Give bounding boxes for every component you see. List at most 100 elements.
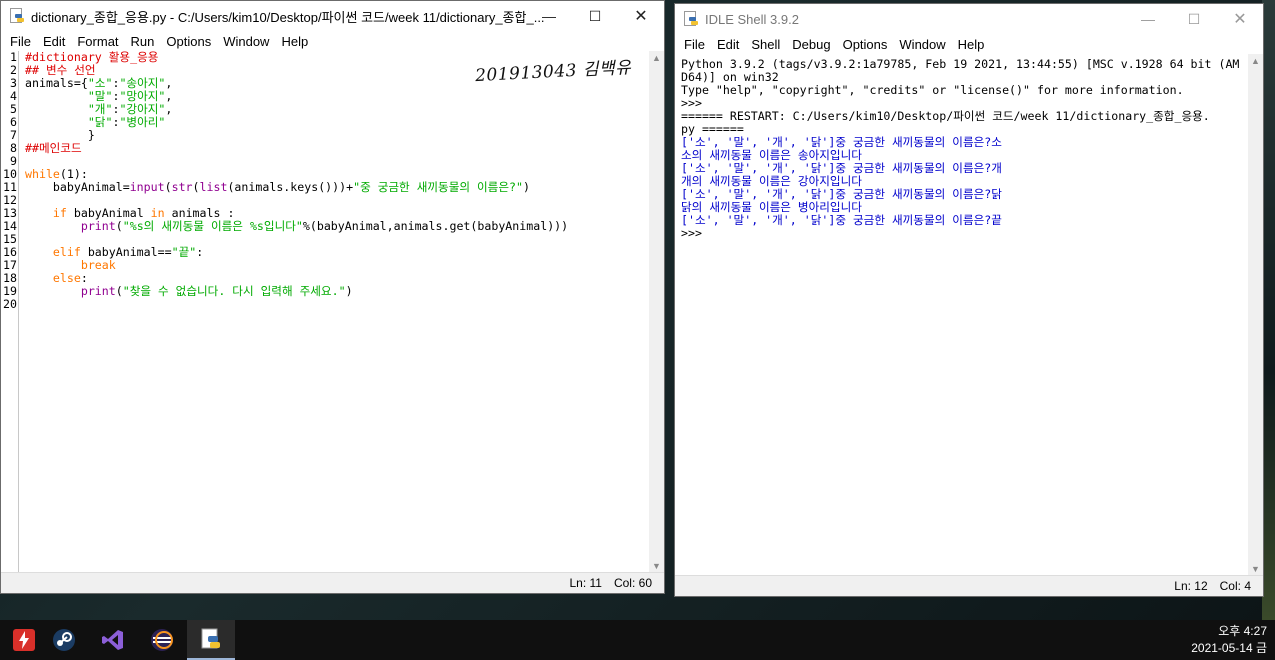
code-token: if bbox=[52, 206, 67, 220]
code-token: ['소', '말', '개', '닭']중 궁금한 새끼동물의 이름은?개 bbox=[681, 161, 1002, 175]
scroll-up-icon[interactable]: ▲ bbox=[649, 51, 664, 65]
editor-menu-format[interactable]: Format bbox=[71, 34, 124, 49]
editor-titlebar[interactable]: dictionary_종합_응용.py - C:/Users/kim10/Des… bbox=[1, 1, 664, 31]
code-token: , bbox=[165, 89, 173, 103]
code-token: py ====== bbox=[681, 122, 744, 136]
shell-menu-debug[interactable]: Debug bbox=[786, 37, 836, 52]
editor-scrollbar[interactable]: ▲ ▼ bbox=[649, 51, 664, 573]
shell-menu-options[interactable]: Options bbox=[837, 37, 894, 52]
code-token: D64)] on win32 bbox=[681, 70, 779, 84]
maximize-button[interactable]: ☐ bbox=[1171, 4, 1217, 34]
editor-menu-run[interactable]: Run bbox=[125, 34, 161, 49]
shell-line: >>> bbox=[681, 227, 1239, 240]
python-shell-icon bbox=[683, 11, 699, 27]
code-line: } bbox=[25, 129, 568, 142]
python-file-icon bbox=[9, 8, 25, 24]
shell-scrollbar[interactable]: ▲ ▼ bbox=[1248, 54, 1263, 576]
code-token: babyAnimal== bbox=[80, 245, 172, 259]
code-token: print bbox=[80, 219, 116, 233]
shell-menu-help[interactable]: Help bbox=[952, 37, 991, 52]
code-token: "닭" bbox=[87, 115, 113, 129]
minimize-button[interactable]: — bbox=[526, 1, 572, 31]
steam-icon[interactable] bbox=[40, 620, 88, 660]
code-token: ( bbox=[164, 180, 172, 194]
editor-menu-file[interactable]: File bbox=[4, 34, 37, 49]
shell-menu-file[interactable]: File bbox=[678, 37, 711, 52]
code-token: "강아지" bbox=[119, 102, 166, 116]
shell-statusbar: Ln: 12 Col: 4 bbox=[675, 575, 1263, 596]
code-token: print bbox=[80, 284, 116, 298]
code-token: "말" bbox=[87, 89, 113, 103]
editor-menu-window[interactable]: Window bbox=[217, 34, 275, 49]
code-token: "송아지" bbox=[119, 76, 166, 90]
code-token: ( bbox=[115, 219, 123, 233]
code-token: animals : bbox=[164, 206, 235, 220]
shell-line: ====== RESTART: C:/Users/kim10/Desktop/파… bbox=[681, 110, 1239, 123]
column-indicator: Col: 4 bbox=[1219, 579, 1251, 593]
editor-title: dictionary_종합_응용.py - C:/Users/kim10/Des… bbox=[31, 9, 545, 25]
code-token: (animals.keys()))+ bbox=[227, 180, 354, 194]
code-token: ( bbox=[115, 284, 123, 298]
editor-menu-help[interactable]: Help bbox=[275, 34, 314, 49]
code-token: while bbox=[25, 167, 60, 181]
code-token: "개" bbox=[87, 102, 113, 116]
shell-menu-window[interactable]: Window bbox=[893, 37, 951, 52]
code-token: : bbox=[80, 271, 88, 285]
code-token: break bbox=[80, 258, 116, 272]
code-line: break bbox=[25, 259, 568, 272]
system-clock[interactable]: 오후 4:27 2021-05-14 금 bbox=[1191, 623, 1267, 657]
editor-menubar: File Edit Format Run Options Window Help bbox=[1, 31, 664, 51]
scroll-down-icon[interactable]: ▼ bbox=[649, 559, 664, 573]
eclipse-icon[interactable] bbox=[138, 620, 186, 660]
editor-menu-options[interactable]: Options bbox=[160, 34, 217, 49]
editor-menu-edit[interactable]: Edit bbox=[37, 34, 71, 49]
code-editor[interactable]: #dictionary 활용_응용 ## 변수 선언 animals={"소": "송… bbox=[25, 51, 568, 311]
close-button[interactable]: ✕ bbox=[1217, 4, 1263, 34]
maximize-button[interactable]: ☐ bbox=[572, 1, 618, 31]
python-idle-icon[interactable] bbox=[187, 620, 235, 660]
visual-studio-icon[interactable] bbox=[89, 620, 137, 660]
code-token: in bbox=[150, 206, 165, 220]
close-button[interactable]: ✕ bbox=[618, 1, 664, 31]
code-token: "중 궁금한 새끼동물의 이름은?" bbox=[353, 180, 523, 194]
shell-menu-shell[interactable]: Shell bbox=[745, 37, 786, 52]
editor-statusbar: Ln: 11 Col: 60 bbox=[1, 572, 664, 593]
code-token: ['소', '말', '개', '닭']중 궁금한 새끼동물의 이름은?닭 bbox=[681, 187, 1002, 201]
clock-time: 오후 4:27 bbox=[1218, 624, 1267, 638]
line-indicator: Ln: 12 bbox=[1174, 579, 1208, 593]
code-token: } bbox=[25, 128, 95, 142]
code-token: 개의 새끼동물 이름은 강아지입니다 bbox=[681, 174, 862, 188]
code-token: >>> bbox=[681, 226, 709, 240]
code-token: 닭의 새끼동물 이름은 병아리입니다 bbox=[681, 200, 862, 214]
code-token: babyAnimal= bbox=[25, 180, 130, 194]
minimize-button[interactable]: — bbox=[1125, 4, 1171, 34]
shell-line: Type "help", "copyright", "credits" or "… bbox=[681, 84, 1239, 97]
code-token: "끝" bbox=[171, 245, 197, 259]
clock-date: 2021-05-14 금 bbox=[1191, 641, 1267, 655]
code-token: animals={ bbox=[25, 76, 88, 90]
shell-output[interactable]: Python 3.9.2 (tags/v3.9.2:1a79785, Feb 1… bbox=[681, 58, 1239, 240]
code-line: babyAnimal=input(str(list(animals.keys()… bbox=[25, 181, 568, 194]
code-token: input bbox=[129, 180, 165, 194]
code-token: ) bbox=[345, 284, 353, 298]
code-token: 소의 새끼동물 이름은 송아지입니다 bbox=[681, 148, 862, 162]
code-line: ##메인코드 bbox=[25, 142, 568, 155]
shell-menubar: File Edit Shell Debug Options Window Help bbox=[675, 34, 1263, 54]
code-line: "닭":"병아리" bbox=[25, 116, 568, 129]
shell-menu-edit[interactable]: Edit bbox=[711, 37, 745, 52]
scroll-down-icon[interactable]: ▼ bbox=[1248, 562, 1263, 576]
scroll-up-icon[interactable]: ▲ bbox=[1248, 54, 1263, 68]
code-token: "찾을 수 없습니다. 다시 입력해 주세요." bbox=[122, 284, 346, 298]
shell-titlebar[interactable]: IDLE Shell 3.9.2 — ☐ ✕ bbox=[675, 4, 1263, 34]
code-line: print("%s의 새끼동물 이름은 %s입니다"%(babyAnimal,a… bbox=[25, 220, 568, 233]
shell-window: IDLE Shell 3.9.2 — ☐ ✕ File Edit Shell Debu… bbox=[674, 3, 1264, 597]
